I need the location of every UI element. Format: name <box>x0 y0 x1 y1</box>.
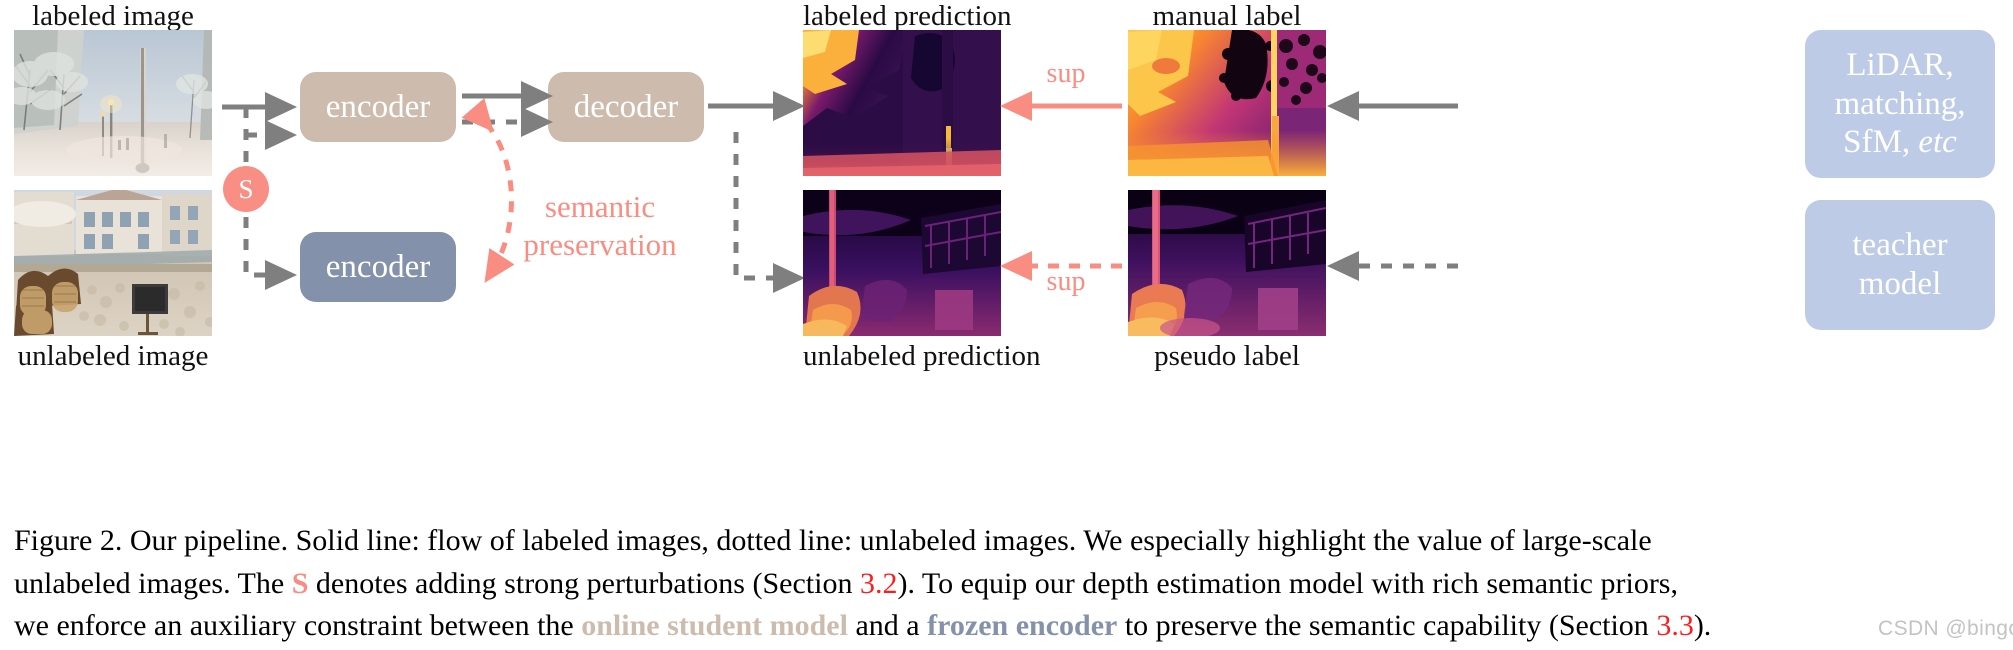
labeled-prediction-depthmap <box>803 30 1001 176</box>
sup-bottom-text: sup <box>1046 266 1086 297</box>
label-sources-box[interactable]: LiDAR, matching, SfM, etc <box>1805 30 1995 178</box>
encoder-student-label: encoder <box>325 88 431 125</box>
caption-section-3-2-link[interactable]: 3.2 <box>860 567 898 600</box>
manual-label-caption: manual label <box>1152 0 1302 32</box>
semantic-preservation-label: semantic preservation <box>500 188 700 264</box>
labeled-image-caption: labeled image <box>32 0 194 32</box>
pseudo-label-caption: pseudo label <box>1154 340 1300 372</box>
perturbation-label: S <box>238 173 254 204</box>
teacher-model-line-1: teacher <box>1852 227 1948 264</box>
decoder-label: decoder <box>573 88 679 125</box>
teacher-model-line-2: model <box>1858 266 1942 302</box>
watermark: CSDN @bingo阔 <box>1878 617 2013 640</box>
caption-s-token: S <box>291 566 309 600</box>
caption-online-student-model: online student model <box>581 609 848 643</box>
caption-line-1-text: Figure 2. Our pipeline. Solid line: flow… <box>14 524 1652 557</box>
caption-l3-b: and a <box>847 609 928 643</box>
teacher-model-box[interactable]: teacher model <box>1805 200 1995 330</box>
label-sources-sfm: SfM, <box>1843 124 1911 161</box>
unlabeled-image-caption: unlabeled image <box>17 340 209 372</box>
caption-l3-a: we enforce an auxiliary constraint betwe… <box>14 609 582 643</box>
sup-label-top: sup <box>1006 60 1126 88</box>
caption-l3-c: to preserve the semantic capability (Sec… <box>1117 609 1657 643</box>
semantic-preservation-line2: preservation <box>523 226 677 262</box>
unlabeled-prediction-caption: unlabeled prediction <box>803 340 1041 372</box>
semantic-preservation-line1: semantic <box>544 189 656 224</box>
caption-l3-d: ). <box>1693 609 1712 643</box>
caption-line-3: we enforce an auxiliary constraint betwe… <box>14 605 2004 648</box>
caption-section-3-3-link[interactable]: 3.3 <box>1656 609 1694 642</box>
pseudo-label-depthmap <box>1128 190 1326 336</box>
caption-l2-c: ). To equip our depth estimation model w… <box>897 566 1678 600</box>
sup-arrow-top <box>1000 91 1122 121</box>
label-sources-line-1: LiDAR, <box>1846 46 1954 83</box>
label-sources-etc: etc <box>1918 124 1957 161</box>
caption-l2-a: unlabeled images. The <box>14 566 292 600</box>
encoder-frozen-label: encoder <box>325 248 431 285</box>
unlabeled-prediction-depthmap <box>803 190 1001 336</box>
label-sources-line-2: matching, <box>1834 85 1966 122</box>
caption-frozen-encoder: frozen encoder <box>927 609 1118 643</box>
teacher-model-arrow-bottom <box>1326 251 1458 281</box>
strong-perturbation-node[interactable]: S <box>223 166 269 212</box>
caption-l2-b: denotes adding strong perturbations (Sec… <box>308 566 860 600</box>
sup-label-bottom: sup <box>1006 268 1126 296</box>
figure-caption: Figure 2. Our pipeline. Solid line: flow… <box>14 520 2004 648</box>
encoder-student-box[interactable]: encoder <box>300 72 456 142</box>
unlabeled-image-thumbnail <box>14 190 212 336</box>
manual-label-depthmap <box>1128 30 1326 176</box>
encoder-frozen-box[interactable]: encoder <box>300 232 456 302</box>
sup-top-text: sup <box>1046 58 1086 89</box>
labeled-image-thumbnail <box>14 30 212 176</box>
label-source-arrow-top <box>1326 91 1458 121</box>
labeled-prediction-caption: labeled prediction <box>803 0 1012 32</box>
caption-line-2: unlabeled images. The S denotes adding s… <box>14 563 2004 606</box>
label-sources-line-3: SfM, etc <box>1843 123 1957 162</box>
decoder-to-predictions-arrows <box>708 91 806 293</box>
caption-line-1: Figure 2. Our pipeline. Solid line: flow… <box>14 520 2004 563</box>
